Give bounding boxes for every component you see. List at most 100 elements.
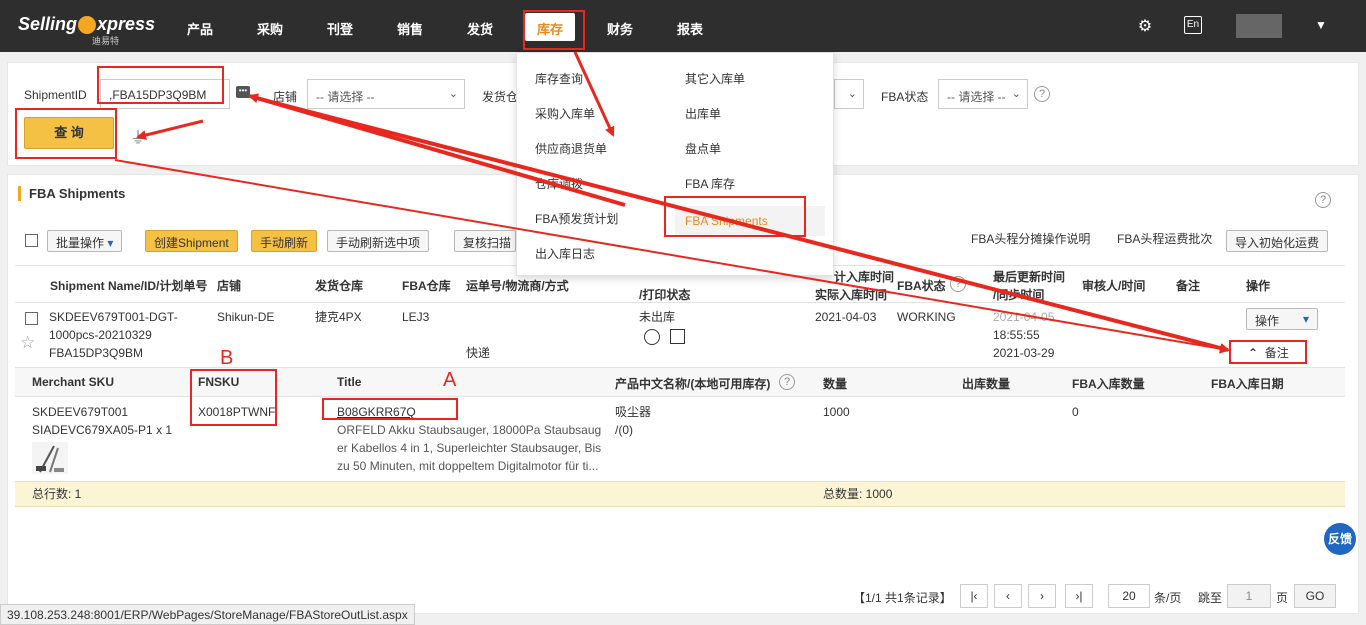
out-status-cell: 未出库 — [639, 310, 676, 324]
shipment-id-label: ShipmentID — [24, 88, 87, 102]
totals-row — [15, 481, 1345, 507]
star-icon[interactable]: ☆ — [20, 334, 35, 352]
fba-in-qty-cell: 0 — [1072, 405, 1079, 419]
row-checkbox[interactable] — [25, 312, 38, 325]
menu-item-outbound[interactable]: 出库单 — [685, 105, 721, 122]
page-size-input[interactable]: 20 — [1108, 584, 1150, 608]
annotation-box — [15, 108, 117, 159]
updated-time-cell: 18:55:55 — [993, 328, 1040, 342]
col-fba-status: FBA状态 — [897, 279, 946, 293]
refresh-selected-button[interactable]: 手动刷新选中项 — [327, 230, 430, 252]
menu-item-purchase-inbound[interactable]: 采购入库单 — [535, 105, 595, 122]
col-updated: 最后更新时间 — [993, 270, 1066, 284]
go-button[interactable]: GO — [1294, 584, 1336, 608]
pagination-summary: 【1/1 共1条记录】 — [853, 591, 952, 605]
col-fba-warehouse: FBA仓库 — [402, 279, 451, 293]
updated-cell: 2021-04-05 — [993, 310, 1055, 324]
page-number-input[interactable]: 1 — [1227, 584, 1271, 608]
language-icon[interactable]: En — [1184, 16, 1202, 34]
cost-share-help-link[interactable]: FBA头程分摊操作说明 — [971, 230, 1090, 248]
store-select-value: -- 请选择 -- — [316, 90, 375, 104]
chevron-down-icon: ⌄ — [1011, 88, 1021, 100]
menu-item-transfer[interactable]: 仓库调拨 — [535, 175, 583, 192]
total-qty: 总数量: 1000 — [823, 487, 893, 501]
more-icon[interactable]: ••• — [236, 86, 250, 98]
menu-item-supplier-return[interactable]: 供应商退货单 — [535, 140, 607, 157]
product-thumbnail[interactable] — [32, 442, 68, 474]
col-actual-date: 实际入库时间 — [815, 288, 888, 302]
col-warehouse: 发货仓库 — [315, 279, 364, 293]
chevron-down-icon: ⌄ — [448, 88, 458, 100]
square-icon[interactable] — [670, 329, 685, 344]
col-reviewer: 审核人/时间 — [1082, 279, 1146, 293]
title-line2: er Kabellos 4 in 1, Superleichter Staubs… — [337, 441, 602, 455]
nav-sales[interactable]: 销售 — [397, 19, 423, 38]
fba-status-select[interactable]: -- 请选择 -- ⌄ — [938, 79, 1028, 109]
jump-label: 跳至 — [1198, 591, 1223, 605]
fba-status-select-value: -- 请选择 -- — [947, 90, 1006, 104]
nav-purchase[interactable]: 采购 — [257, 19, 283, 38]
merchant-sku-cell: SKDEEV679T001 — [32, 405, 129, 419]
col-note: 备注 — [1176, 279, 1201, 293]
circle-icon[interactable] — [644, 329, 660, 345]
title-line1: ORFELD Akku Staubsauger, 18000Pa Staubsa… — [337, 423, 602, 437]
menu-item-other-inbound[interactable]: 其它入库单 — [685, 70, 745, 87]
fba-status-cell: WORKING — [897, 310, 956, 324]
col-date: 计入库时间 — [834, 270, 895, 284]
caret-down-icon: ▾ — [107, 236, 114, 250]
menu-item-log[interactable]: 出入库日志 — [535, 245, 595, 262]
store-label: 店铺 — [273, 90, 298, 104]
fba-warehouse-cell: LEJ3 — [402, 310, 430, 324]
app-logo[interactable]: Selling xpress — [18, 14, 155, 35]
last-page-icon[interactable]: ›| — [1065, 584, 1093, 608]
shipment-name-line1: SKDEEV679T001-DGT- — [49, 310, 178, 324]
help-icon[interactable]: ? — [1315, 192, 1331, 208]
gear-icon[interactable]: ⚙ — [1135, 16, 1155, 36]
menu-item-fba-inventory[interactable]: FBA 库存 — [685, 175, 735, 192]
nav-report[interactable]: 报表 — [677, 19, 703, 38]
create-shipment-button[interactable]: 创建Shipment — [145, 230, 238, 252]
date-cell: 2021-04-03 — [815, 310, 877, 324]
col-merchant-sku: Merchant SKU — [32, 375, 115, 389]
col-tracking: 运单号/物流商/方式 — [466, 279, 569, 293]
nav-product[interactable]: 产品 — [187, 19, 213, 38]
top-nav: Selling xpress 迪易特 产品 采购 刊登 销售 发货 库存 财务 报… — [0, 0, 1366, 52]
select-all-checkbox[interactable] — [25, 234, 38, 247]
import-freight-button[interactable]: 导入初始化运费 — [1226, 230, 1329, 252]
chevron-down-icon[interactable]: ▼ — [1315, 18, 1327, 32]
annotation-label-a: A — [443, 369, 457, 391]
nav-shipping[interactable]: 发货 — [467, 19, 493, 38]
menu-item-stocktake[interactable]: 盘点单 — [685, 140, 721, 157]
menu-item-inventory-query[interactable]: 库存查询 — [535, 70, 583, 87]
rescan-button[interactable]: 复核扫描 — [454, 230, 516, 252]
next-page-icon[interactable]: › — [1028, 584, 1056, 608]
filter-icon[interactable]: ⏚ — [130, 124, 146, 148]
title-line3: zu 50 Minuten, mit doppeltem Digitalmoto… — [337, 459, 599, 473]
qty-cell: 1000 — [823, 405, 850, 419]
store-select[interactable]: -- 请选择 -- ⌄ — [307, 79, 465, 109]
first-page-icon[interactable]: |‹ — [960, 584, 988, 608]
freight-batch-link[interactable]: FBA头程运费批次 — [1117, 230, 1212, 248]
help-icon[interactable]: ? — [950, 276, 966, 292]
annotation-label-b: B — [220, 347, 234, 369]
shipment-id-link[interactable]: FBA15DP3Q9BM — [49, 344, 143, 362]
nav-finance[interactable]: 财务 — [607, 19, 633, 38]
feedback-button[interactable]: 反馈 — [1324, 523, 1356, 555]
help-icon[interactable]: ? — [779, 374, 795, 390]
warehouse-select[interactable]: ⌄ — [834, 79, 864, 109]
prev-page-icon[interactable]: ‹ — [994, 584, 1022, 608]
annotation-box — [1229, 340, 1307, 364]
status-url: 39.108.253.248:8001/ERP/WebPages/StoreMa… — [0, 604, 415, 625]
help-icon[interactable]: ? — [1034, 86, 1050, 102]
col-out-qty: 出库数量 — [962, 377, 1011, 391]
avatar[interactable] — [1236, 14, 1282, 38]
nav-listing[interactable]: 刊登 — [327, 19, 353, 38]
annotation-box — [664, 196, 806, 237]
batch-action-button[interactable]: 批量操作 ▾ — [47, 230, 123, 252]
manual-refresh-button[interactable]: 手动刷新 — [251, 230, 318, 252]
linked-sku-link[interactable]: SIADEVC679XA05-P1 x 1 — [32, 421, 172, 439]
row-action-button[interactable]: 操作 ▾ — [1246, 308, 1318, 330]
warehouse-cell: 捷克4PX — [315, 310, 362, 324]
annotation-box — [190, 369, 277, 426]
menu-item-fba-plan[interactable]: FBA预发货计划 — [535, 210, 618, 227]
